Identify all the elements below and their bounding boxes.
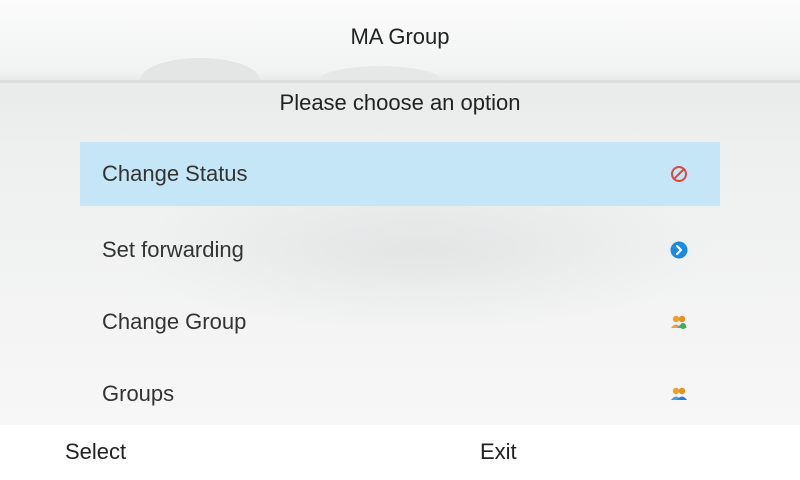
group-people-icon xyxy=(669,384,689,404)
options-menu: Change Status Set forwarding Change Grou… xyxy=(80,142,720,425)
menu-item-label: Change Status xyxy=(102,161,248,186)
prompt-text: Please choose an option xyxy=(279,90,521,115)
forward-arrow-icon xyxy=(669,240,689,260)
background-hill xyxy=(140,58,260,80)
background-horizon xyxy=(0,80,800,83)
background-hill xyxy=(320,66,440,80)
menu-item-label: Groups xyxy=(102,381,175,406)
group-people-icon xyxy=(669,312,689,332)
softkey-bar: Select Exit xyxy=(0,425,800,480)
exit-softkey[interactable]: Exit xyxy=(480,439,517,465)
select-softkey[interactable]: Select xyxy=(65,439,126,465)
menu-item-set-forwarding[interactable]: Set forwarding xyxy=(80,214,720,286)
menu-item-label: Set forwarding xyxy=(102,237,244,262)
do-not-disturb-icon xyxy=(669,164,689,184)
menu-item-groups[interactable]: Groups xyxy=(80,358,720,425)
page-title: MA Group xyxy=(350,24,450,49)
menu-item-change-group[interactable]: Change Group xyxy=(80,286,720,358)
menu-item-label: Change Group xyxy=(102,309,247,334)
menu-item-change-status[interactable]: Change Status xyxy=(80,142,720,206)
phone-screen: MA Group Please choose an option Change … xyxy=(0,0,800,425)
